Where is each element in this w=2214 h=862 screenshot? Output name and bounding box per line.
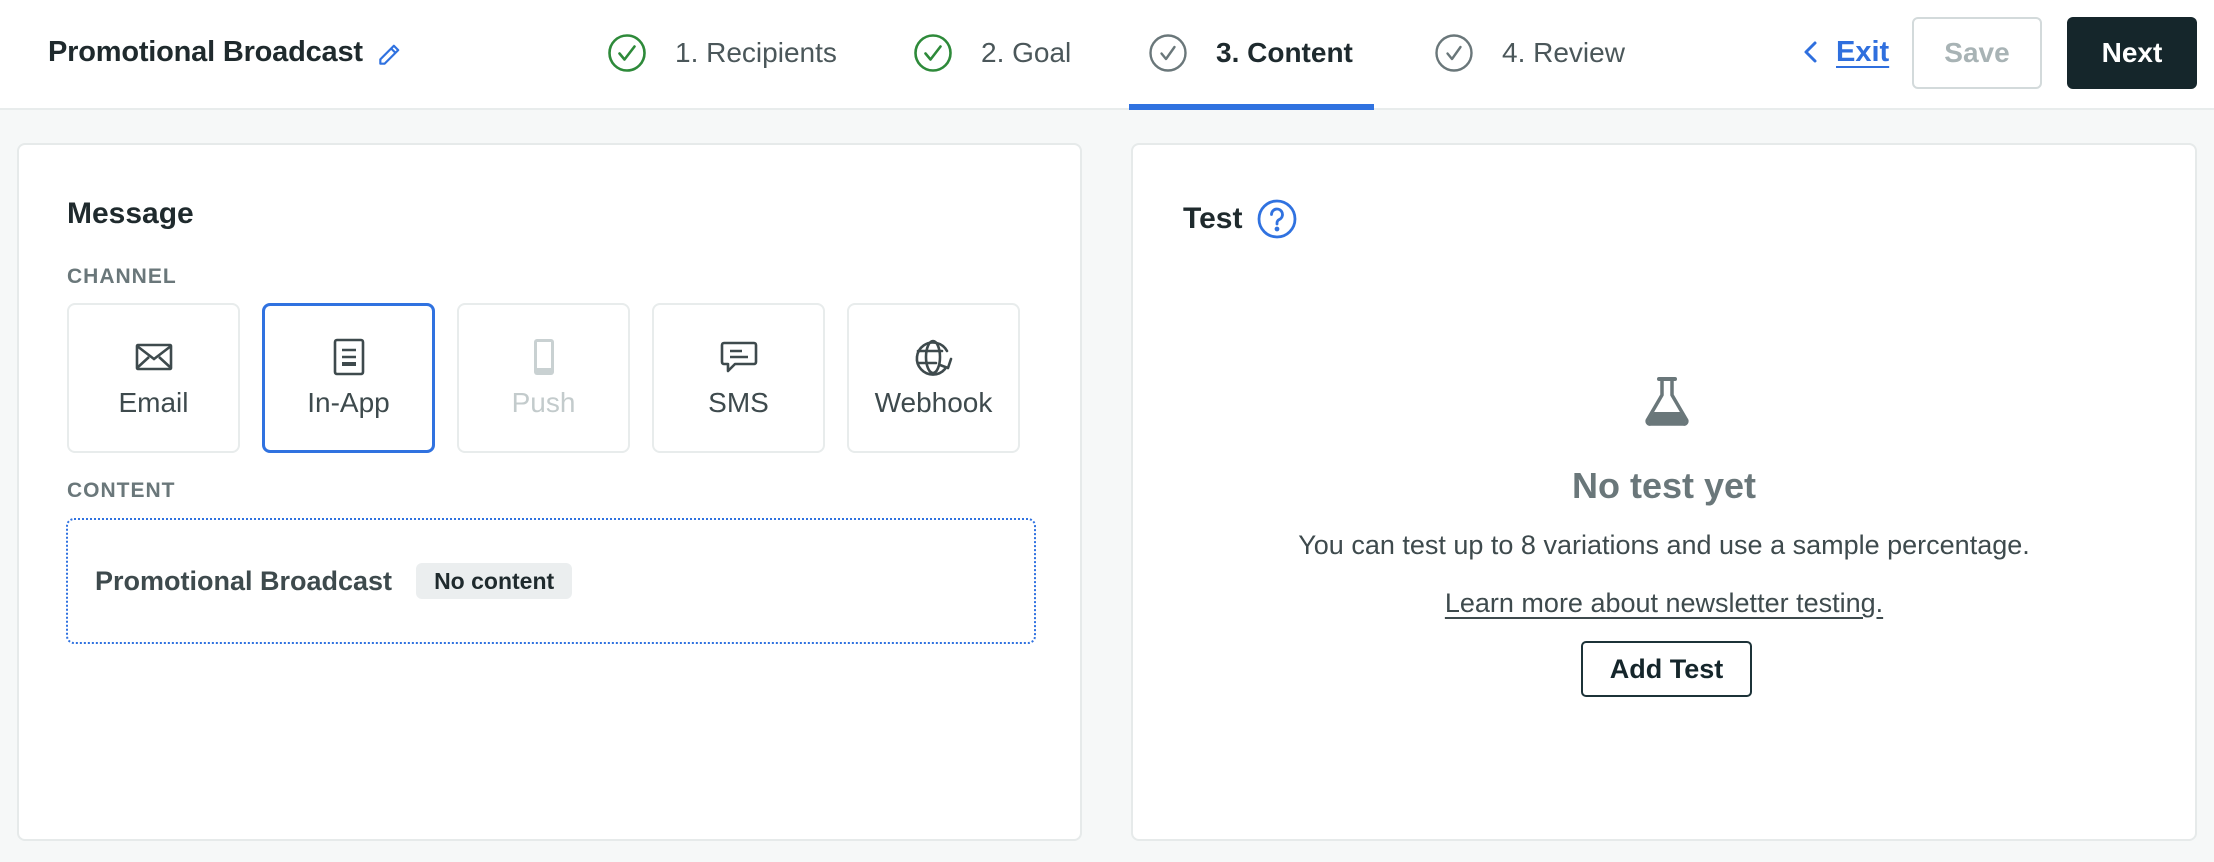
pencil-icon[interactable] — [376, 42, 402, 68]
channel-webhook[interactable]: Webhook — [847, 303, 1020, 453]
chevron-left-icon — [1804, 41, 1817, 63]
check-circle-icon — [1149, 34, 1187, 72]
channel-label: CHANNEL — [67, 265, 177, 288]
exit-link[interactable]: Exit — [1800, 30, 1889, 74]
channel-label-text: Email — [118, 387, 189, 418]
empty-state-description: You can test up to 8 variations and use … — [1298, 530, 2030, 560]
step-goal[interactable]: 2. Goal — [913, 30, 1071, 76]
channel-in-app[interactable]: In-App — [262, 303, 435, 453]
learn-more-link[interactable]: Learn more about newsletter testing. — [1445, 588, 1883, 618]
exit-label: Exit — [1836, 35, 1890, 68]
question-circle-icon[interactable] — [1256, 198, 1298, 240]
save-button[interactable]: Save — [1912, 17, 2042, 89]
next-button[interactable]: Next — [2067, 17, 2197, 89]
step-label: 4. Review — [1502, 37, 1625, 68]
add-test-button[interactable]: Add Test — [1581, 641, 1752, 697]
channel-push[interactable]: Push — [457, 303, 630, 453]
learn-more-container: Learn more about newsletter testing. — [1133, 588, 2195, 619]
wizard-header: Promotional Broadcast 1. Recipients 2. G… — [0, 0, 2214, 110]
empty-state-title: No test yet — [1571, 465, 1757, 506]
content-label: CONTENT — [67, 479, 176, 502]
check-circle-icon — [1435, 34, 1473, 72]
envelope-icon — [135, 343, 172, 371]
channel-label-text: In-App — [307, 387, 390, 418]
channel-label-text: Push — [511, 387, 576, 418]
message-title: Message — [67, 197, 194, 230]
globe-sync-icon — [915, 339, 952, 376]
status-badge: No content — [416, 563, 573, 599]
channel-label-text: SMS — [708, 387, 769, 418]
step-label: 2. Goal — [981, 37, 1072, 68]
message-panel: Message CHANNEL Email In-App Push SMS We… — [17, 143, 1082, 841]
step-label: 3. Content — [1216, 37, 1353, 68]
active-step-indicator — [1129, 104, 1374, 110]
check-circle-icon — [914, 34, 952, 72]
step-label: 1. Recipients — [675, 37, 837, 68]
test-title: Test — [1183, 202, 1243, 235]
test-panel: Test No test yet You can test up to 8 va… — [1131, 143, 2197, 841]
content-item[interactable]: Promotional Broadcast No content — [66, 518, 1036, 644]
channel-email[interactable]: Email — [67, 303, 240, 453]
in-app-message-icon — [333, 338, 364, 376]
step-review[interactable]: 4. Review — [1434, 30, 1625, 76]
step-content[interactable]: 3. Content — [1148, 30, 1353, 76]
channel-sms[interactable]: SMS — [652, 303, 825, 453]
check-circle-icon — [608, 34, 646, 72]
mobile-phone-icon — [533, 339, 554, 375]
channel-label-text: Webhook — [874, 387, 993, 418]
content-name: Promotional Broadcast — [95, 565, 393, 596]
broadcast-title: Promotional Broadcast — [48, 36, 363, 68]
chat-bubble-icon — [720, 341, 757, 373]
flask-icon — [1645, 377, 1689, 426]
step-recipients[interactable]: 1. Recipients — [607, 30, 837, 76]
